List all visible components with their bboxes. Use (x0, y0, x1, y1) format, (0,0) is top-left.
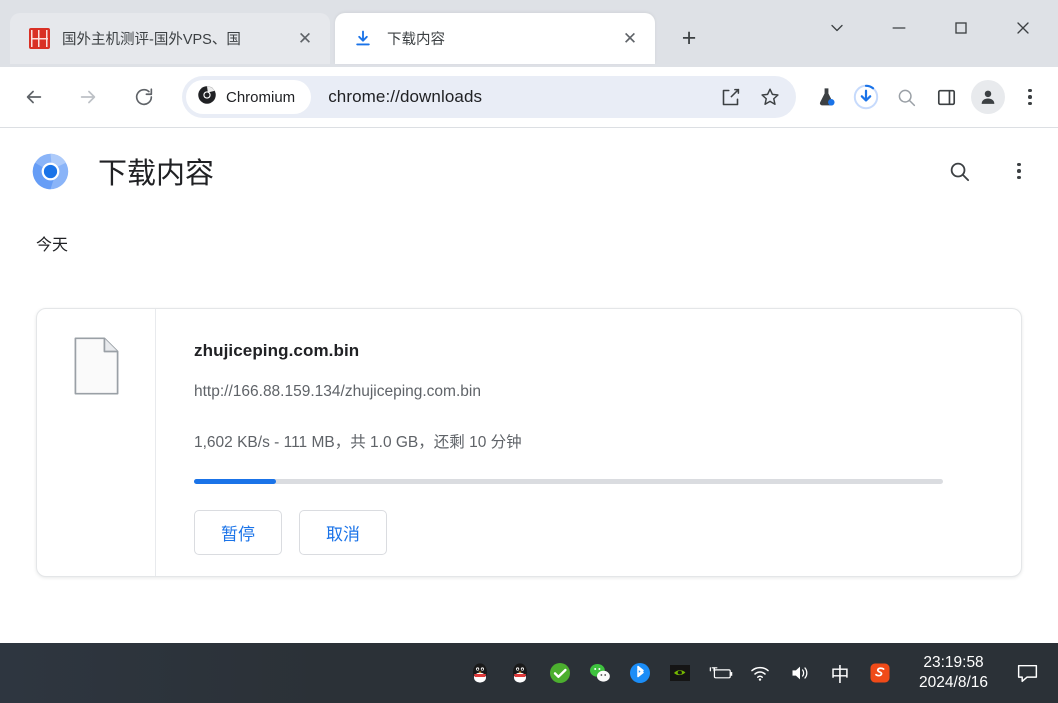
seal-red-icon (28, 28, 50, 50)
qq-penguin-icon-2[interactable] (507, 660, 533, 686)
three-dot-menu-icon[interactable] (1002, 154, 1036, 188)
generic-file-icon (74, 337, 119, 395)
section-label-today: 今天 (36, 237, 69, 254)
browser-window: 国外主机测评-国外VPS、国 ✕ 下载内容 ✕ + Chromium chrom… (0, 0, 1058, 703)
toolbar-right-icons (806, 77, 1050, 117)
minimize-button[interactable] (868, 6, 930, 50)
window-controls (806, 6, 1054, 50)
download-actions: 暂停 取消 (194, 510, 1021, 555)
bluetooth-icon[interactable] (627, 660, 653, 686)
bookmark-star-icon[interactable] (750, 77, 790, 117)
chromium-icon (197, 85, 217, 110)
url-text: chrome://downloads (328, 87, 483, 106)
tab-search-button[interactable] (806, 6, 868, 50)
three-dot-menu-icon[interactable] (1010, 77, 1050, 117)
page-title: 下载内容 (98, 158, 215, 190)
security-check-icon[interactable] (547, 660, 573, 686)
tab-1[interactable]: 下载内容 ✕ (335, 13, 655, 64)
wechat-icon[interactable] (587, 660, 613, 686)
side-panel-icon[interactable] (926, 77, 966, 117)
nvidia-icon[interactable] (667, 660, 693, 686)
sogou-input-icon[interactable] (867, 660, 893, 686)
close-button[interactable] (992, 6, 1054, 50)
tab-strip: 国外主机测评-国外VPS、国 ✕ 下载内容 ✕ + (0, 0, 1058, 67)
download-item-card: zhujiceping.com.bin http://166.88.159.13… (36, 308, 1022, 577)
download-icon (353, 29, 373, 49)
pause-button[interactable]: 暂停 (194, 510, 282, 555)
downloads-page: 下载内容 今天 zhujiceping.com.bin http://166.8… (0, 128, 1058, 643)
download-progress-bar (194, 479, 943, 484)
clock-date: 2024/8/16 (919, 674, 988, 691)
file-url[interactable]: http://166.88.159.134/zhujiceping.com.bi… (194, 383, 1021, 401)
new-tab-button[interactable]: + (672, 21, 706, 55)
tab-0[interactable]: 国外主机测评-国外VPS、国 ✕ (10, 13, 330, 64)
system-tray: 中 (467, 660, 893, 686)
downloads-header: 下载内容 (0, 128, 1058, 214)
profile-avatar-icon[interactable] (971, 80, 1005, 114)
download-item-body: zhujiceping.com.bin http://166.88.159.13… (156, 309, 1021, 576)
omnibox-actions (710, 77, 790, 117)
qq-penguin-icon[interactable] (467, 660, 493, 686)
tab-title: 国外主机测评-国外VPS、国 (62, 32, 241, 48)
page-header-actions (942, 154, 1036, 188)
battery-charging-icon[interactable] (707, 660, 733, 686)
taskbar-clock[interactable]: 23:19:58 2024/8/16 (919, 653, 988, 693)
file-name: zhujiceping.com.bin (194, 341, 360, 360)
back-button[interactable] (14, 77, 54, 117)
ime-chinese-icon[interactable]: 中 (827, 660, 853, 686)
download-status-text: 1,602 KB/s - 111 MB，共 1.0 GB，还剩 10 分钟 (194, 434, 522, 451)
tab-close-button[interactable]: ✕ (292, 26, 318, 52)
tab-title: 下载内容 (387, 32, 445, 48)
share-icon[interactable] (710, 77, 750, 117)
brand-chip-label: Chromium (226, 88, 296, 106)
forward-button[interactable] (68, 77, 108, 117)
volume-icon[interactable] (787, 660, 813, 686)
downloads-progress-icon[interactable] (846, 77, 886, 117)
search-icon[interactable] (886, 77, 926, 117)
windows-taskbar: 中 23:19:58 2024/8/16 (0, 643, 1058, 703)
download-progress-fill (194, 479, 277, 484)
reload-button[interactable] (124, 77, 164, 117)
address-bar[interactable]: Chromium chrome://downloads (182, 76, 796, 118)
experiments-flask-icon[interactable] (806, 77, 846, 117)
wifi-icon[interactable] (747, 660, 773, 686)
search-icon[interactable] (942, 154, 976, 188)
chromium-logo (32, 153, 69, 190)
clock-time: 23:19:58 (923, 654, 984, 672)
maximize-button[interactable] (930, 6, 992, 50)
file-icon-column (37, 309, 156, 576)
browser-toolbar: Chromium chrome://downloads (0, 67, 1058, 128)
tab-close-button[interactable]: ✕ (617, 26, 643, 52)
notification-icon[interactable] (1014, 660, 1040, 686)
cancel-button[interactable]: 取消 (299, 510, 387, 555)
brand-chip[interactable]: Chromium (186, 80, 312, 114)
